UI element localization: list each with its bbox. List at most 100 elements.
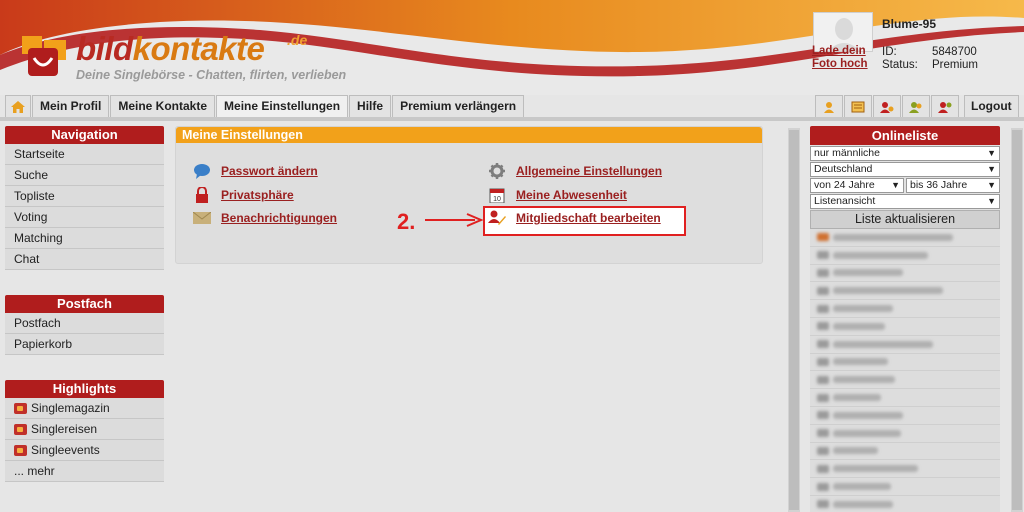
postfach-item-papierkorb[interactable]: Papierkorb <box>5 334 164 355</box>
user-box: Lade dein Foto hoch Blume-95 ID: 5848700 … <box>810 10 1024 80</box>
link-allgemeine-einstellungen-row: Allgemeine Einstellungen <box>488 163 662 179</box>
logo-mark-icon <box>22 36 66 76</box>
postfach-item-postfach[interactable]: Postfach <box>5 313 164 334</box>
scrollbar-thumb[interactable] <box>1012 130 1022 510</box>
link-benachrichtigungen-row: Benachrichtigungen <box>193 210 337 226</box>
blurred-username <box>833 251 928 259</box>
tab-home[interactable] <box>5 95 31 117</box>
blurred-username <box>833 465 918 473</box>
gender-select[interactable]: nur männliche ▼ <box>810 146 1000 161</box>
list-item[interactable] <box>810 371 1000 390</box>
nav-item-voting[interactable]: Voting <box>5 207 164 228</box>
highlight-item-mehr[interactable]: ... mehr <box>5 461 164 482</box>
navigation-box: Navigation Startseite Suche Topliste Vot… <box>5 126 164 270</box>
user-status-icon <box>817 500 829 509</box>
highlight-item-singlereisen[interactable]: Singlereisen <box>5 419 164 440</box>
list-item[interactable] <box>810 495 1000 512</box>
quick-icon-tabs: Logout <box>815 95 1019 117</box>
chevron-down-icon: ▼ <box>987 196 996 206</box>
list-item[interactable] <box>810 246 1000 265</box>
view-select-value: Listenansicht <box>814 195 876 207</box>
list-item[interactable] <box>810 335 1000 354</box>
user-status-icon <box>817 357 829 366</box>
list-item[interactable] <box>810 229 1000 247</box>
meine-abwesenheit-link[interactable]: Meine Abwesenheit <box>516 188 627 202</box>
nav-item-matching[interactable]: Matching <box>5 228 164 249</box>
passwort-aendern-link[interactable]: Passwort ändern <box>221 164 318 178</box>
tab-meine-kontakte[interactable]: Meine Kontakte <box>110 95 216 117</box>
mitgliedschaft-bearbeiten-link[interactable]: Mitgliedschaft bearbeiten <box>516 211 661 225</box>
logout-button[interactable]: Logout <box>964 95 1019 117</box>
benachrichtigungen-link[interactable]: Benachrichtigungen <box>221 211 337 225</box>
chevron-down-icon: ▼ <box>987 180 996 190</box>
blurred-username <box>833 358 888 366</box>
age-to-select[interactable]: bis 36 Jahre ▼ <box>906 178 1000 193</box>
blurred-username <box>833 376 895 384</box>
logo-suffix: .de <box>287 32 308 48</box>
favorites-icon <box>938 101 952 113</box>
friends-icon <box>909 101 922 113</box>
tab-friends-icon[interactable] <box>902 95 930 117</box>
view-select[interactable]: Listenansicht ▼ <box>810 194 1000 209</box>
tab-mein-profil[interactable]: Mein Profil <box>32 95 110 117</box>
list-item[interactable] <box>810 264 1000 283</box>
svg-text:10: 10 <box>493 196 501 203</box>
list-item[interactable] <box>810 353 1000 372</box>
scrollbar-thumb[interactable] <box>789 130 799 510</box>
age-from-select[interactable]: von 24 Jahre ▼ <box>810 178 904 193</box>
list-item[interactable] <box>810 442 1000 461</box>
logo-text-part1: bild <box>76 30 133 67</box>
list-item[interactable] <box>810 406 1000 425</box>
refresh-list-button[interactable]: Liste aktualisieren <box>810 210 1000 229</box>
blurred-username <box>833 233 953 241</box>
list-item[interactable] <box>810 460 1000 479</box>
tab-meine-einstellungen[interactable]: Meine Einstellungen <box>216 95 349 117</box>
postfach-title: Postfach <box>5 295 164 313</box>
person-icon <box>824 101 834 113</box>
country-select[interactable]: Deutschland ▼ <box>810 162 1000 177</box>
navigation-title: Navigation <box>5 126 164 144</box>
allgemeine-einstellungen-link[interactable]: Allgemeine Einstellungen <box>516 164 662 178</box>
privatsphaere-link[interactable]: Privatsphäre <box>221 188 294 202</box>
tab-bar-divider <box>0 117 1024 121</box>
content-scrollbar[interactable] <box>788 128 800 512</box>
chevron-down-icon: ▼ <box>891 180 900 190</box>
tab-premium-verlaengern[interactable]: Premium verlängern <box>392 95 525 117</box>
nav-item-suche[interactable]: Suche <box>5 165 164 186</box>
list-item[interactable] <box>810 300 1000 318</box>
blurred-username <box>833 340 933 348</box>
list-item[interactable] <box>810 424 1000 443</box>
tab-contacts-icon[interactable] <box>815 95 843 117</box>
user-status-icon <box>817 429 829 438</box>
tab-hilfe[interactable]: Hilfe <box>349 95 392 117</box>
list-item[interactable] <box>810 317 1000 336</box>
travel-icon <box>14 423 27 435</box>
logo-text-part2: kontakte <box>132 30 265 67</box>
country-select-value: Deutschland <box>814 163 873 175</box>
list-item[interactable] <box>810 478 1000 496</box>
link-passwort-aendern-row: Passwort ändern <box>193 163 318 179</box>
age-range: von 24 Jahre ▼ bis 36 Jahre ▼ <box>810 178 1000 193</box>
blurred-username <box>833 500 893 508</box>
calendar-icon: 10 <box>488 187 506 203</box>
upload-photo-link[interactable]: Lade dein Foto hoch <box>812 45 874 71</box>
highlight-item-singleevents[interactable]: Singleevents <box>5 440 164 461</box>
lock-icon <box>193 187 211 203</box>
age-to-value: bis 36 Jahre <box>910 179 968 191</box>
user-status-icon <box>817 322 829 331</box>
nav-item-startseite[interactable]: Startseite <box>5 144 164 165</box>
tab-mail-icon[interactable] <box>844 95 872 117</box>
main-tabs: Mein Profil Meine Kontakte Meine Einstel… <box>5 95 525 117</box>
link-meine-abwesenheit-row: 10 Meine Abwesenheit <box>488 187 627 203</box>
tab-visitors-icon[interactable] <box>873 95 901 117</box>
nav-item-topliste[interactable]: Topliste <box>5 186 164 207</box>
page-scrollbar[interactable] <box>1011 128 1023 512</box>
highlight-item-singlemagazin[interactable]: Singlemagazin <box>5 398 164 419</box>
list-item[interactable] <box>810 282 1000 301</box>
nav-item-chat[interactable]: Chat <box>5 249 164 270</box>
list-item[interactable] <box>810 389 1000 407</box>
username: Blume-95 <box>882 17 937 31</box>
blurred-username <box>833 305 893 313</box>
tab-favorites-icon[interactable] <box>931 95 959 117</box>
gear-icon <box>488 163 506 179</box>
